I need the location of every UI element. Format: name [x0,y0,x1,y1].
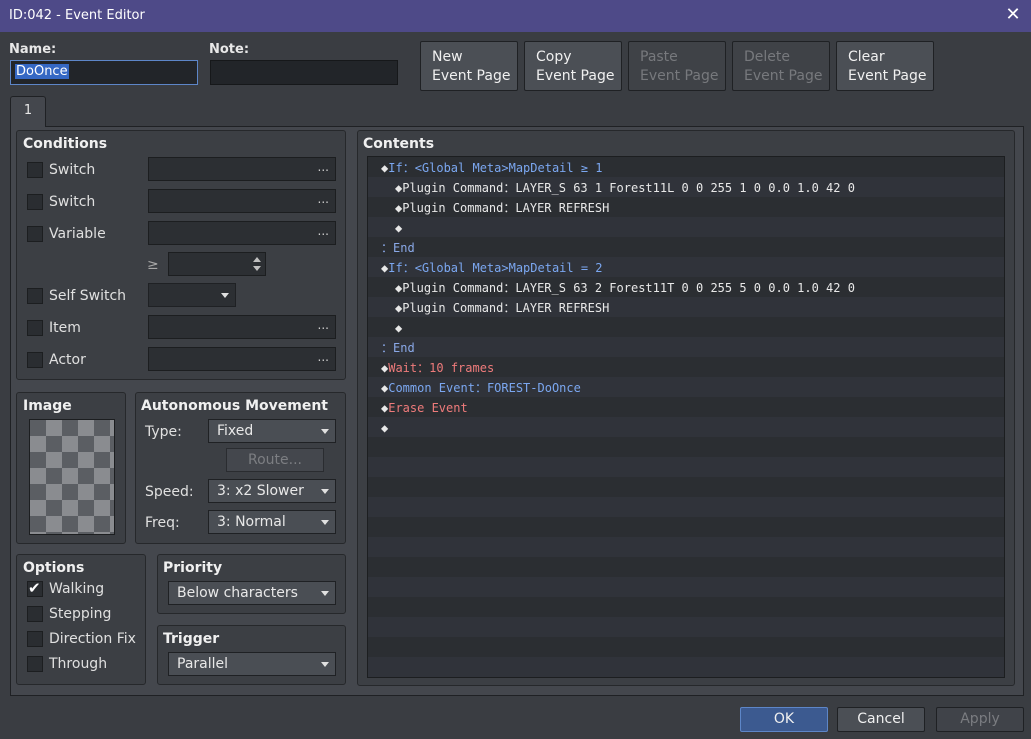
command-line[interactable]: ◆If：<Global Meta>MapDetail = 2 [381,258,603,278]
command-line[interactable]: ：End [381,238,415,258]
note-label: Note: [209,42,250,57]
paste-event-page-button[interactable]: Paste Event Page [628,41,726,91]
walking-checkbox[interactable] [27,579,43,597]
contents-title: Contents [363,136,435,152]
name-input[interactable]: DoOnce [10,60,198,85]
type-label: Type: [145,424,182,440]
direction-fix-label: Direction Fix [49,631,136,647]
gte-symbol: ≥ [147,257,159,273]
switch1-picker[interactable]: ... [148,157,336,181]
trigger-select[interactable]: Parallel [168,652,336,676]
chevron-down-icon [321,591,329,596]
event-image-preview[interactable] [29,419,115,535]
trigger-title: Trigger [163,631,220,647]
new-event-page-button[interactable]: New Event Page [420,41,518,91]
spin-down-icon[interactable] [253,266,261,271]
ok-button[interactable]: OK [740,707,828,732]
command-line[interactable]: ◆ [395,218,402,238]
variable-checkbox[interactable] [27,226,43,242]
event-command-list[interactable]: ◆If：<Global Meta>MapDetail ≥ 1 ◆Plugin C… [367,156,1005,678]
item-label: Item [49,320,81,336]
stepping-checkbox[interactable] [27,606,43,622]
command-line[interactable]: ◆Common Event：FOREST-DoOnce [381,378,581,398]
switch2-checkbox[interactable] [27,194,43,210]
tab-page-1[interactable]: 1 [10,96,46,127]
actor-picker[interactable]: ... [148,347,336,371]
command-line[interactable]: ◆Plugin Command：LAYER REFRESH [395,298,609,318]
self-switch-label: Self Switch [49,288,127,304]
command-line[interactable]: ◆Wait：10 frames [381,358,494,378]
priority-select[interactable]: Below characters [168,581,336,605]
route-button[interactable]: Route... [226,448,324,472]
conditions-title: Conditions [23,136,108,152]
through-checkbox[interactable] [27,656,43,672]
variable-picker[interactable]: ... [148,221,336,245]
ellipsis-icon: ... [317,350,329,364]
command-line[interactable]: ◆Plugin Command：LAYER_S 63 1 Forest11L 0… [395,178,855,198]
chevron-down-icon [321,662,329,667]
switch2-picker[interactable]: ... [148,189,336,213]
chevron-down-icon [321,489,329,494]
ellipsis-icon: ... [317,160,329,174]
variable-value-spinner[interactable] [168,252,266,276]
command-line[interactable]: ◆If：<Global Meta>MapDetail ≥ 1 [381,158,603,178]
command-line[interactable]: ◆ [381,418,388,438]
diamond-icon: ◆ [395,321,403,335]
actor-label: Actor [49,352,86,368]
chevron-down-icon [321,520,329,525]
chevron-down-icon [321,429,329,434]
self-switch-checkbox[interactable] [27,288,43,304]
close-icon[interactable]: ✕ [1003,5,1023,25]
command-line[interactable]: ◆Plugin Command：LAYER REFRESH [395,198,609,218]
walking-label: Walking [49,581,105,597]
switch1-label: Switch [49,162,96,178]
item-picker[interactable]: ... [148,315,336,339]
command-line[interactable]: ◆Plugin Command：LAYER_S 63 2 Forest11T 0… [395,278,855,298]
diamond-icon: ◆ [395,221,403,235]
chevron-down-icon [221,293,229,298]
actor-checkbox[interactable] [27,352,43,368]
movement-type-select[interactable]: Fixed [208,419,336,443]
name-value: DoOnce [15,64,69,79]
stepping-label: Stepping [49,606,112,622]
clear-event-page-button[interactable]: Clear Event Page [836,41,934,91]
switch1-checkbox[interactable] [27,162,43,178]
variable-label: Variable [49,226,106,242]
command-line[interactable]: ：End [381,338,415,358]
window-title: ID:042 - Event Editor [9,8,145,23]
direction-fix-checkbox[interactable] [27,631,43,647]
ellipsis-icon: ... [317,224,329,238]
autonomous-movement-title: Autonomous Movement [141,398,328,414]
self-switch-select[interactable] [148,283,236,307]
cancel-button[interactable]: Cancel [837,707,925,732]
apply-button[interactable]: Apply [936,707,1024,732]
command-line[interactable]: ◆ [395,318,402,338]
item-checkbox[interactable] [27,320,43,336]
name-label: Name: [9,42,57,57]
diamond-icon: ◆ [381,421,389,435]
delete-event-page-button[interactable]: Delete Event Page [732,41,830,91]
spin-up-icon[interactable] [253,257,261,262]
switch2-label: Switch [49,194,96,210]
ellipsis-icon: ... [317,192,329,206]
options-title: Options [23,560,85,576]
priority-title: Priority [163,560,223,576]
title-bar: ID:042 - Event Editor ✕ [0,0,1031,32]
ellipsis-icon: ... [317,318,329,332]
note-input[interactable] [210,60,398,85]
copy-event-page-button[interactable]: Copy Event Page [524,41,622,91]
movement-speed-select[interactable]: 3: x2 Slower [208,479,336,503]
through-label: Through [49,656,108,672]
movement-freq-select[interactable]: 3: Normal [208,510,336,534]
speed-label: Speed: [145,484,194,500]
image-title: Image [23,398,72,414]
command-line[interactable]: ◆Erase Event [381,398,468,418]
freq-label: Freq: [145,515,180,531]
